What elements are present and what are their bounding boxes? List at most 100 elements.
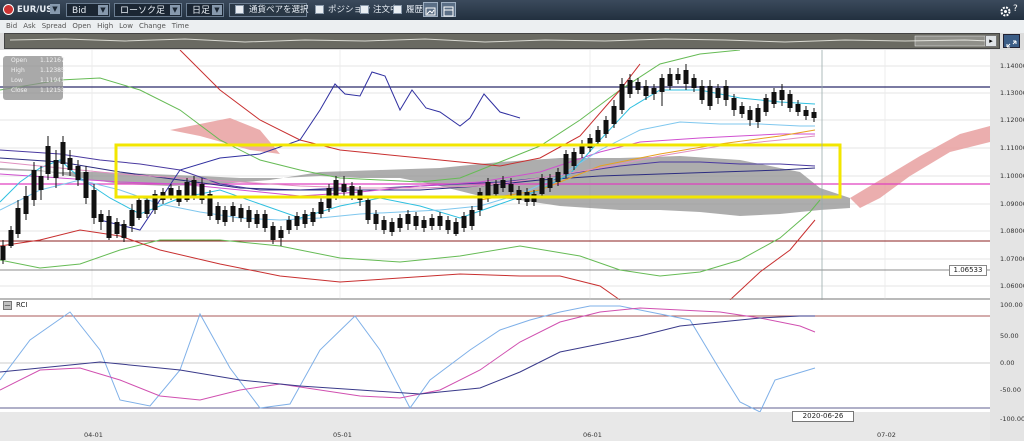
settings-button[interactable] <box>999 3 1012 17</box>
candle-body <box>318 202 324 214</box>
candle-body <box>723 86 729 100</box>
candle-body <box>310 212 316 222</box>
candle-body <box>675 74 681 80</box>
candle-body <box>461 216 467 228</box>
candle-body <box>413 216 419 226</box>
rci-tick: -100.00 <box>1000 415 1024 423</box>
candle-body <box>627 80 633 94</box>
navigator-right-button[interactable]: ▸ <box>985 35 997 47</box>
position-checkbox[interactable] <box>315 5 324 14</box>
legend-open: Open <box>72 22 92 30</box>
chevron-down-icon: ▼ <box>212 5 222 15</box>
candle-body <box>508 184 514 192</box>
layout-button[interactable] <box>441 2 456 17</box>
candle-body <box>8 230 14 246</box>
ohlc-high-label: High <box>11 67 25 74</box>
pair-select-label: 通貨ペアを選択 <box>249 5 309 15</box>
candle-body <box>294 216 300 226</box>
candle-body <box>651 88 657 94</box>
candle-body <box>603 120 609 134</box>
candle-body <box>262 214 268 228</box>
candle-body <box>365 200 371 220</box>
candle-body <box>643 86 649 96</box>
legend-time: Time <box>171 22 189 30</box>
screenshot-button[interactable] <box>423 2 438 17</box>
candle-body <box>60 142 66 164</box>
fit-chart-button[interactable] <box>1003 34 1020 48</box>
price-tick: 1.09000 <box>1000 200 1024 208</box>
candle-body <box>469 210 475 226</box>
navigator-scrollbar[interactable] <box>4 33 1000 49</box>
candle-body <box>667 74 673 86</box>
help-button[interactable]: ? <box>1013 3 1023 16</box>
rci-tick: 100.00 <box>1000 301 1023 309</box>
ohlc-close-value: 1.12153 <box>40 87 65 94</box>
price-tick: 1.14000 <box>1000 62 1024 70</box>
candle-body <box>191 180 197 196</box>
history-checkbox[interactable] <box>393 5 402 14</box>
candle-body <box>333 180 339 196</box>
rci-panel-background <box>0 300 990 412</box>
timeframe-select[interactable]: 日足 ▼ <box>186 3 224 17</box>
candle-body <box>230 206 236 216</box>
price-tick: 1.07000 <box>1000 255 1024 263</box>
price-tick: 1.10000 <box>1000 172 1024 180</box>
candle-body <box>302 214 308 224</box>
candle-body <box>699 86 705 100</box>
collapse-button[interactable]: — <box>3 301 12 310</box>
candle-body <box>136 200 142 218</box>
time-tick: 07-02 <box>877 431 896 439</box>
candle-body <box>555 172 561 182</box>
price-marker-label: 1.06533 <box>949 265 987 276</box>
candle-body <box>129 210 135 226</box>
candle-body <box>98 214 104 222</box>
candle-body <box>106 216 112 238</box>
symbol-select[interactable]: ▼ <box>0 3 62 17</box>
orders-checkbox[interactable] <box>360 5 369 14</box>
candle-body <box>611 106 617 124</box>
candle-body <box>635 82 641 90</box>
rci-label: RCI <box>16 301 28 309</box>
candle-body <box>445 220 451 230</box>
time-tick: 05-01 <box>333 431 352 439</box>
ohlc-open-value: 1.12167 <box>40 57 65 64</box>
candle-body <box>373 214 379 224</box>
ohlc-panel: Open 1.12167 High 1.12385 Low 1.11941 Close… <box>3 56 65 100</box>
candle-body <box>83 172 89 198</box>
candle-body <box>75 166 81 180</box>
price-axis-background <box>990 50 1024 441</box>
candle-body <box>691 78 697 88</box>
candle-body <box>747 110 753 120</box>
price-type-select[interactable]: Bid ▼ <box>66 3 110 17</box>
candle-body <box>595 130 601 142</box>
candle-body <box>619 84 625 110</box>
candle-body <box>286 220 292 230</box>
chart-type-select[interactable]: ローソク足 ▼ <box>114 3 182 17</box>
time-tick: 06-01 <box>583 431 602 439</box>
price-tick: 1.06000 <box>1000 282 1024 290</box>
candle-body <box>15 208 21 234</box>
candle-body <box>270 226 276 240</box>
time-tick: 04-01 <box>84 431 103 439</box>
candle-body <box>429 218 435 226</box>
candle-body <box>53 160 59 178</box>
pair-select-checkbox[interactable] <box>235 5 244 14</box>
legend-high: High <box>97 22 114 30</box>
candle-body <box>91 190 97 218</box>
candle-body <box>238 208 244 218</box>
chart-area[interactable]: Open 1.12167 High 1.12385 Low 1.11941 Close… <box>0 50 1024 441</box>
gear-icon <box>1000 6 1011 17</box>
price-tick: 1.12000 <box>1000 116 1024 124</box>
candle-body <box>755 108 761 122</box>
cursor-date-label: 2020-06-26 <box>792 411 854 422</box>
timeframe-value: 日足 <box>192 6 211 16</box>
ohlc-open-label: Open <box>11 57 28 64</box>
legend-ask: Ask <box>23 22 36 30</box>
chevron-down-icon: ▼ <box>170 5 180 15</box>
candle-body <box>397 218 403 228</box>
ohlc-low-value: 1.11941 <box>40 77 65 84</box>
candle-body <box>571 152 577 166</box>
candle-body <box>771 92 777 104</box>
candle-body <box>539 178 545 194</box>
candle-body <box>779 90 785 100</box>
